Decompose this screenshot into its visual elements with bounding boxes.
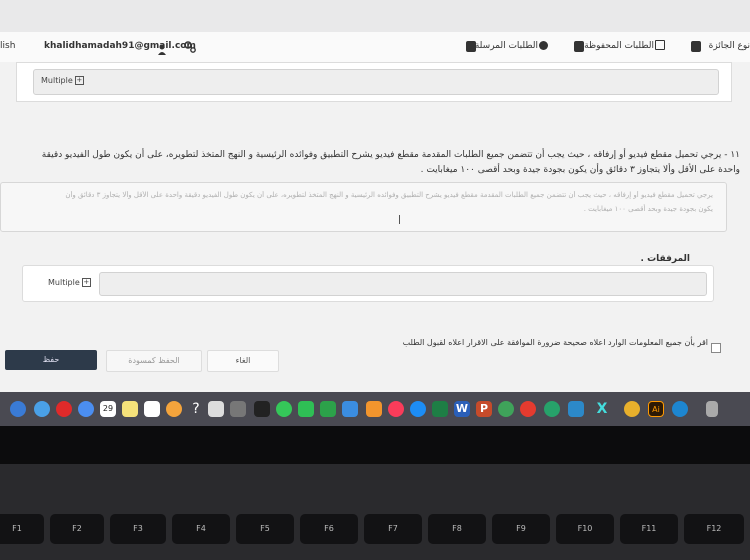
top-multiple-label[interactable]: Multiple + xyxy=(41,76,84,85)
illustrator-icon[interactable]: Ai xyxy=(648,401,664,417)
key-f9[interactable]: F9 xyxy=(492,514,550,544)
browser-screen: lish khalidhamadah91@gmail.com الطلبات ا… xyxy=(0,0,750,392)
facetime-icon[interactable] xyxy=(298,401,314,417)
photos-icon[interactable] xyxy=(166,401,182,417)
tools-icon[interactable] xyxy=(568,401,584,417)
key-f11[interactable]: F11 xyxy=(620,514,678,544)
key-f10[interactable]: F10 xyxy=(556,514,614,544)
attachments-multiple-label[interactable]: Multiple + xyxy=(48,278,91,287)
top-navbar: lish khalidhamadah91@gmail.com الطلبات ا… xyxy=(0,32,750,63)
user-email[interactable]: khalidhamadah91@gmail.com xyxy=(44,41,196,51)
powerpoint-icon[interactable]: P xyxy=(476,401,492,417)
books-icon[interactable] xyxy=(366,401,382,417)
appstore-icon[interactable] xyxy=(410,401,426,417)
key-f1[interactable]: F1 xyxy=(0,514,44,544)
messages-icon[interactable] xyxy=(276,401,292,417)
key-f8[interactable]: F8 xyxy=(428,514,486,544)
laptop-bezel xyxy=(0,426,750,464)
nav-sent-requests[interactable]: الطلبات المرسلة xyxy=(475,41,538,51)
monitor-icon[interactable] xyxy=(254,401,270,417)
user-icon xyxy=(158,40,166,55)
calendar-icon[interactable]: 29 xyxy=(100,401,116,417)
key-f5[interactable]: F5 xyxy=(236,514,294,544)
nav-award-type[interactable]: نوع الجائزة xyxy=(704,41,750,51)
wifi-icon[interactable] xyxy=(10,401,26,417)
safari-icon[interactable] xyxy=(34,401,50,417)
text-cursor-icon xyxy=(399,215,400,224)
agreement-checkbox[interactable] xyxy=(711,343,721,353)
numbers-icon[interactable] xyxy=(320,401,336,417)
attachments-file-input[interactable] xyxy=(99,272,707,296)
saved-requests-icon xyxy=(574,41,584,52)
language-link[interactable]: lish xyxy=(0,41,15,51)
textarea-placeholder-2: يكون بجودة جيدة وبحد أقصى ١٠٠ ميغابايت . xyxy=(583,205,713,213)
key-f4[interactable]: F4 xyxy=(172,514,230,544)
gear-small-icon xyxy=(539,41,548,50)
chrome-icon[interactable] xyxy=(78,401,94,417)
video-description-textarea[interactable]: يرجي تحميل مقطع فيديو أو إرفاقه ، حيث يج… xyxy=(0,182,727,232)
keynote-icon[interactable] xyxy=(342,401,358,417)
main-content: Multiple + ١١ - يرجي تحميل مقطع فيديو أو … xyxy=(0,62,750,392)
word-icon[interactable]: W xyxy=(454,401,470,417)
submit-button[interactable]: حفظ xyxy=(5,350,97,370)
save-draft-button[interactable]: الحفظ كمسودة xyxy=(106,350,202,372)
nav-saved-requests[interactable]: الطلبات المحفوظة xyxy=(584,41,654,51)
key-f2[interactable]: F2 xyxy=(50,514,104,544)
attachments-title: المرفقات . xyxy=(640,254,690,264)
trash-icon[interactable] xyxy=(706,401,718,417)
preview-icon[interactable] xyxy=(208,401,224,417)
edge-icon[interactable] xyxy=(672,401,688,417)
opera-icon[interactable] xyxy=(56,401,72,417)
video-upload-card-top: Multiple + xyxy=(16,62,732,102)
opera-gx-icon[interactable] xyxy=(520,401,536,417)
question-line-1: ١١ - يرجي تحميل مقطع فيديو أو إرفاقه ، ح… xyxy=(41,150,740,160)
reminders-icon[interactable] xyxy=(144,401,160,417)
key-f12[interactable]: F12 xyxy=(684,514,744,544)
globe-icon[interactable] xyxy=(498,401,514,417)
music-icon[interactable] xyxy=(388,401,404,417)
excel-icon[interactable] xyxy=(432,401,448,417)
key-f6[interactable]: F6 xyxy=(300,514,358,544)
key-f7[interactable]: F7 xyxy=(364,514,422,544)
camtasia-icon[interactable] xyxy=(544,401,560,417)
key-f3[interactable]: F3 xyxy=(110,514,166,544)
help-icon[interactable]: ? xyxy=(188,401,204,417)
cursor-icon[interactable] xyxy=(230,401,246,417)
top-file-input[interactable] xyxy=(33,69,719,95)
question-line-2: واحدة على الأقل وألا يتجاوز ٣ دقائق وأن … xyxy=(420,165,740,175)
agreement-text: اقر بأن جميع المعلومات الوارد اعلاه صحيح… xyxy=(402,338,708,347)
laptop-keyboard: F1 F2 F3 F4 F5 F6 F7 F8 F9 F10 F11 F12 xyxy=(0,464,750,560)
award-type-icon xyxy=(691,41,701,52)
save-icon xyxy=(655,40,665,50)
xcode-icon[interactable]: X xyxy=(594,401,610,417)
notes-icon[interactable] xyxy=(122,401,138,417)
textarea-placeholder-1: يرجي تحميل مقطع فيديو أو إرفاقه ، حيث يج… xyxy=(65,191,713,199)
macos-dock: 29 ? W P X Ai xyxy=(0,392,750,426)
browser-chrome xyxy=(0,0,750,32)
settings-icon[interactable] xyxy=(183,39,197,53)
chrome-alt-icon[interactable] xyxy=(624,401,640,417)
attachments-card: Multiple + xyxy=(22,265,714,302)
cancel-button[interactable]: الغاء xyxy=(207,350,279,372)
plus-icon: + xyxy=(74,76,84,85)
plus-icon: + xyxy=(81,278,91,287)
